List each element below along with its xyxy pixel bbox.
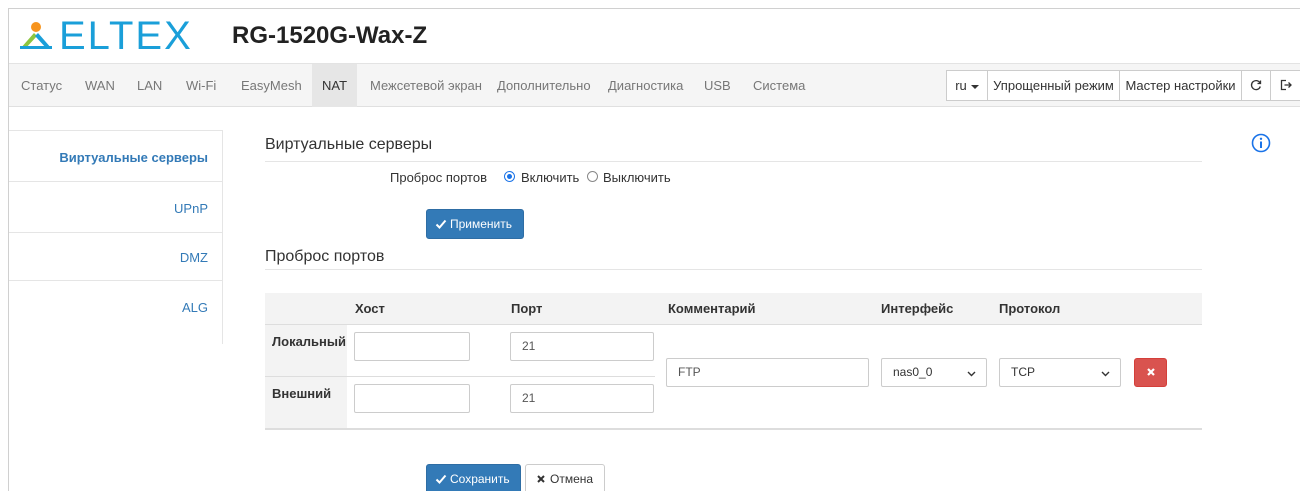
sidebar-item-alg[interactable]: ALG <box>182 300 208 315</box>
apply-button-label: Применить <box>450 217 513 231</box>
enable-radio-label[interactable]: Включить <box>521 170 579 185</box>
sidebar-item-upnp[interactable]: UPnP <box>174 201 208 216</box>
local-host-input[interactable] <box>354 332 470 361</box>
nav-wan[interactable]: WAN <box>85 64 115 107</box>
nav-lan[interactable]: LAN <box>137 64 162 107</box>
nav-usb[interactable]: USB <box>704 64 731 107</box>
section-title-port-forwarding: Проброс портов <box>265 248 385 265</box>
sidebar: Виртуальные серверы UPnP DMZ ALG <box>9 130 223 344</box>
close-icon <box>1146 368 1155 376</box>
enable-radio[interactable] <box>504 171 515 182</box>
local-port-input[interactable]: 21 <box>510 332 654 361</box>
nav-additional[interactable]: Дополнительно <box>497 64 591 107</box>
row-label-external: Внешний <box>272 386 332 401</box>
column-header-host: Хост <box>355 301 385 316</box>
info-icon[interactable] <box>1251 133 1271 153</box>
column-header-port: Порт <box>511 301 543 316</box>
logout-icon <box>1280 79 1292 91</box>
refresh-icon <box>1250 79 1262 91</box>
chevron-down-icon <box>970 84 979 89</box>
chevron-down-icon <box>967 371 976 377</box>
nav-status[interactable]: Статус <box>21 64 62 107</box>
column-header-comment: Комментарий <box>668 301 756 316</box>
nav-system[interactable]: Система <box>753 64 805 107</box>
save-button[interactable]: Сохранить <box>426 464 521 491</box>
nav-wifi[interactable]: Wi-Fi <box>186 64 216 107</box>
nav-nat[interactable]: NAT <box>312 64 358 107</box>
disable-radio[interactable] <box>587 171 598 182</box>
simple-mode-button[interactable]: Упрощенный режим <box>987 70 1120 101</box>
cancel-button[interactable]: Отмена <box>525 464 605 491</box>
external-host-input[interactable] <box>354 384 470 413</box>
eltex-logo: ELTEX <box>17 16 193 56</box>
nav-easymesh[interactable]: EasyMesh <box>241 64 302 107</box>
sidebar-item-dmz[interactable]: DMZ <box>180 250 208 265</box>
language-value: ru <box>955 78 967 93</box>
nav-firewall[interactable]: Межсетевой экран <box>370 64 482 107</box>
device-model: RG-1520G-Wax-Z <box>232 22 428 49</box>
port-forwarding-label: Проброс портов <box>390 170 487 185</box>
simple-mode-label: Упрощенный режим <box>993 78 1114 93</box>
wizard-label: Мастер настройки <box>1125 78 1236 93</box>
close-icon <box>537 475 545 483</box>
save-button-label: Сохранить <box>450 472 510 486</box>
divider <box>9 280 223 281</box>
main-nav: Статус WAN LAN Wi-Fi EasyMesh NAT Межсет… <box>9 63 1300 107</box>
protocol-select[interactable]: TCP <box>999 358 1121 387</box>
language-select[interactable]: ru <box>946 70 988 101</box>
cancel-button-label: Отмена <box>550 472 594 486</box>
router-web-ui: ELTEX RG-1520G-Wax-Z Статус WAN LAN Wi-F… <box>8 8 1300 491</box>
check-icon <box>435 219 447 229</box>
refresh-button[interactable] <box>1241 70 1271 101</box>
section-divider <box>265 269 1202 270</box>
interface-value: nas0_0 <box>893 365 933 379</box>
column-header-protocol: Протокол <box>999 301 1061 316</box>
protocol-value: TCP <box>1011 365 1035 379</box>
section-title-virtual-servers: Виртуальные серверы <box>265 136 433 153</box>
disable-radio-label[interactable]: Выключить <box>603 170 671 185</box>
chevron-down-icon <box>1101 371 1110 377</box>
delete-rule-button[interactable] <box>1134 358 1167 387</box>
setup-wizard-button[interactable]: Мастер настройки <box>1119 70 1242 101</box>
comment-input[interactable]: FTP <box>666 358 869 387</box>
table-header: Хост Порт Комментарий Интерфейс Протокол <box>265 293 1202 325</box>
divider <box>9 232 223 233</box>
nav-diagnostics[interactable]: Диагностика <box>608 64 683 107</box>
row-label-local: Локальный <box>272 334 346 349</box>
apply-button[interactable]: Применить <box>426 209 524 239</box>
divider <box>9 130 223 131</box>
check-icon <box>435 474 447 484</box>
header: ELTEX RG-1520G-Wax-Z <box>9 9 1300 63</box>
eltex-logo-icon <box>20 22 52 49</box>
logo-text: ELTEX <box>59 14 193 58</box>
external-port-input[interactable]: 21 <box>510 384 654 413</box>
table-bottom-border <box>265 428 1202 430</box>
section-divider <box>265 161 1202 162</box>
row-divider <box>265 376 655 377</box>
divider <box>9 181 223 182</box>
interface-select[interactable]: nas0_0 <box>881 358 987 387</box>
logout-button[interactable] <box>1270 70 1300 101</box>
column-header-interface: Интерфейс <box>881 301 954 316</box>
sidebar-item-virtual-servers[interactable]: Виртуальные серверы <box>59 150 208 165</box>
